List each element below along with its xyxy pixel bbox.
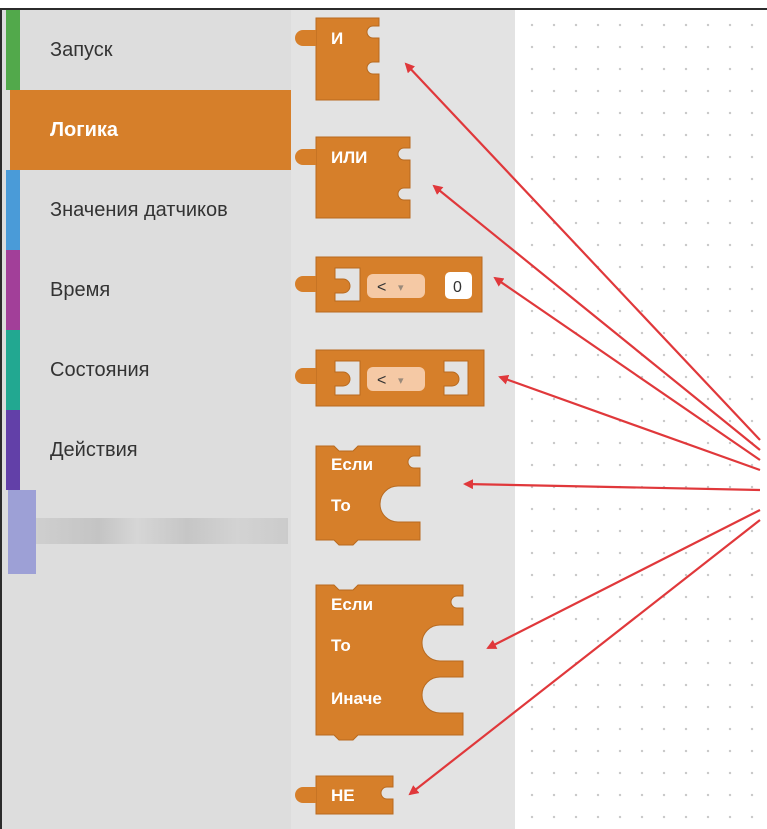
- block-or[interactable]: ИЛИ: [295, 136, 411, 219]
- arrow-to-compare-number: [493, 276, 761, 461]
- block-or-label: ИЛИ: [331, 148, 367, 167]
- frame-border-left: [0, 8, 2, 829]
- block-compare[interactable]: < ▾: [295, 349, 485, 407]
- if-label: Если: [331, 595, 373, 614]
- arrow-to-not: [408, 519, 761, 796]
- block-compare-number[interactable]: < ▾ 0: [295, 256, 483, 313]
- block-not-label: НЕ: [331, 786, 355, 805]
- else-label: Иначе: [331, 689, 382, 708]
- block-not[interactable]: НЕ: [295, 775, 394, 815]
- arrow-to-if-then: [463, 479, 761, 492]
- block-and[interactable]: И: [295, 17, 380, 101]
- number-field-text: 0: [453, 279, 462, 296]
- if-label: Если: [331, 455, 373, 474]
- arrow-to-compare: [498, 374, 761, 472]
- operator-text: <: [377, 372, 386, 389]
- annotation-arrows: [404, 62, 761, 796]
- arrow-to-or: [432, 184, 761, 451]
- block-if-then-else[interactable]: Если То Иначе: [315, 584, 464, 741]
- blocks-and-arrows-layer: И ИЛИ < ▾ 0 < ▾ Если То Если То Иначе НЕ: [295, 17, 761, 815]
- dropdown-arrow-icon: ▾: [398, 375, 404, 387]
- operator-dropdown[interactable]: [367, 367, 425, 391]
- then-label: То: [331, 496, 351, 515]
- dropdown-arrow-icon: ▾: [398, 282, 404, 294]
- operator-dropdown[interactable]: [367, 274, 425, 298]
- editor-frame: Запуск Логика Значения датчиков Время Со…: [0, 0, 767, 829]
- block-and-label: И: [331, 29, 343, 48]
- operator-text: <: [377, 279, 386, 296]
- block-if-then[interactable]: Если То: [315, 445, 421, 546]
- then-label: То: [331, 636, 351, 655]
